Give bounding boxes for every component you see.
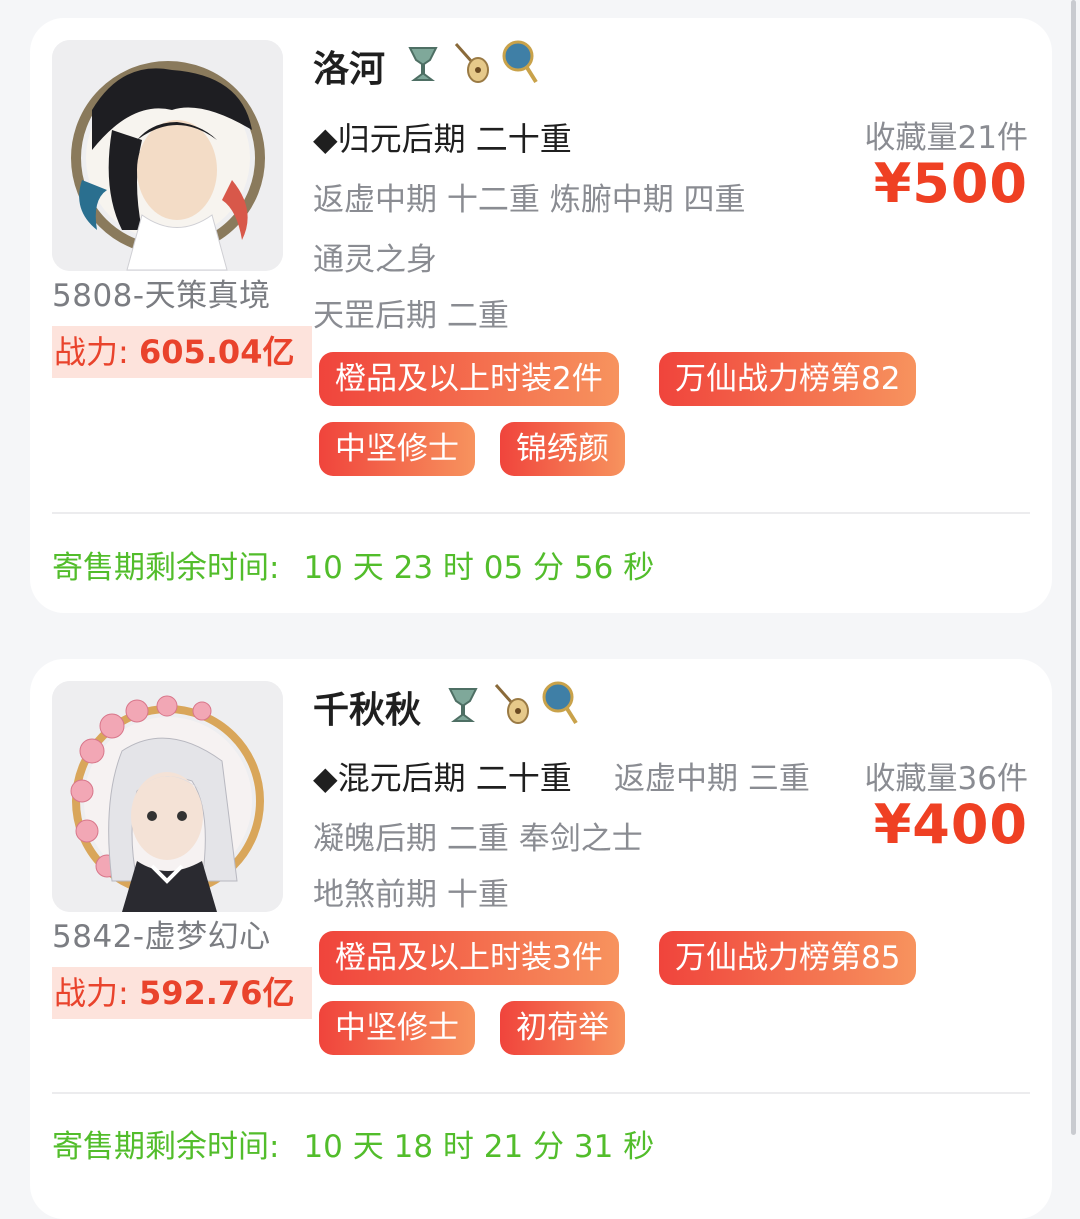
tag: 橙品及以上时装2件 xyxy=(319,352,619,406)
listing-card[interactable]: 5842-虚梦幻心 战力: 592.76亿 千秋秋 ◆混元后期 二十重 返虚中期… xyxy=(30,659,1052,1219)
server-name: 5842-虚梦幻心 xyxy=(52,919,271,955)
countdown-label: 寄售期剩余时间: xyxy=(52,1129,280,1165)
combat-power: 战力: 592.76亿 xyxy=(52,967,312,1019)
combat-power-value: 605.04亿 xyxy=(138,333,295,371)
bronze-goblet-icon xyxy=(402,38,444,86)
equipment-icons xyxy=(442,679,580,727)
realm-detail: 凝魄后期 二重 奉剑之士 xyxy=(313,821,643,857)
realm-detail: 通灵之身 xyxy=(313,242,437,278)
pipa-lute-icon xyxy=(450,38,492,86)
realm-detail: 返虚中期 三重 xyxy=(614,761,810,797)
realm-main: ◆混元后期 二十重 xyxy=(313,759,572,797)
sale-countdown: 寄售期剩余时间: 10 天 18 时 21 分 31 秒 xyxy=(52,1121,654,1166)
round-fan-icon xyxy=(498,38,540,86)
favorites-count: 收藏量36件 xyxy=(864,761,1028,797)
character-avatar xyxy=(52,681,283,912)
favorites-count: 收藏量21件 xyxy=(864,120,1028,156)
listing-card[interactable]: 5808-天策真境 战力: 605.04亿 洛河 ◆归元后期 二十重 返虚中期 … xyxy=(30,18,1052,613)
tag: 橙品及以上时装3件 xyxy=(319,931,619,985)
realm-main: ◆归元后期 二十重 xyxy=(313,120,572,158)
realm-detail: 返虚中期 十二重 炼腑中期 四重 xyxy=(313,182,746,218)
tag: 万仙战力榜第82 xyxy=(659,352,917,406)
divider xyxy=(52,1092,1030,1094)
character-name: 千秋秋 xyxy=(313,690,422,731)
server-name: 5808-天策真境 xyxy=(52,278,271,314)
pipa-lute-icon xyxy=(490,679,532,727)
tag: 中坚修士 xyxy=(319,1001,475,1055)
combat-power-value: 592.76亿 xyxy=(138,974,295,1012)
sale-countdown: 寄售期剩余时间: 10 天 23 时 05 分 56 秒 xyxy=(52,542,654,587)
scrollbar[interactable] xyxy=(1071,0,1076,1135)
price: ¥500 xyxy=(873,152,1028,215)
tag: 锦绣颜 xyxy=(500,422,625,476)
bronze-goblet-icon xyxy=(442,679,484,727)
tag: 中坚修士 xyxy=(319,422,475,476)
tag: 万仙战力榜第85 xyxy=(659,931,917,985)
tag: 初荷举 xyxy=(500,1001,625,1055)
divider xyxy=(52,512,1030,514)
combat-power-label: 战力: xyxy=(54,333,139,371)
realm-detail: 地煞前期 十重 xyxy=(313,877,509,913)
countdown-value: 10 天 23 时 05 分 56 秒 xyxy=(303,550,655,586)
countdown-value: 10 天 18 时 21 分 31 秒 xyxy=(303,1129,655,1165)
character-avatar xyxy=(52,40,283,271)
countdown-label: 寄售期剩余时间: xyxy=(52,550,280,586)
character-name: 洛河 xyxy=(313,49,386,90)
price: ¥400 xyxy=(873,793,1028,856)
combat-power-label: 战力: xyxy=(54,974,139,1012)
round-fan-icon xyxy=(538,679,580,727)
equipment-icons xyxy=(402,38,540,86)
combat-power: 战力: 605.04亿 xyxy=(52,326,312,378)
realm-detail: 天罡后期 二重 xyxy=(313,298,509,334)
